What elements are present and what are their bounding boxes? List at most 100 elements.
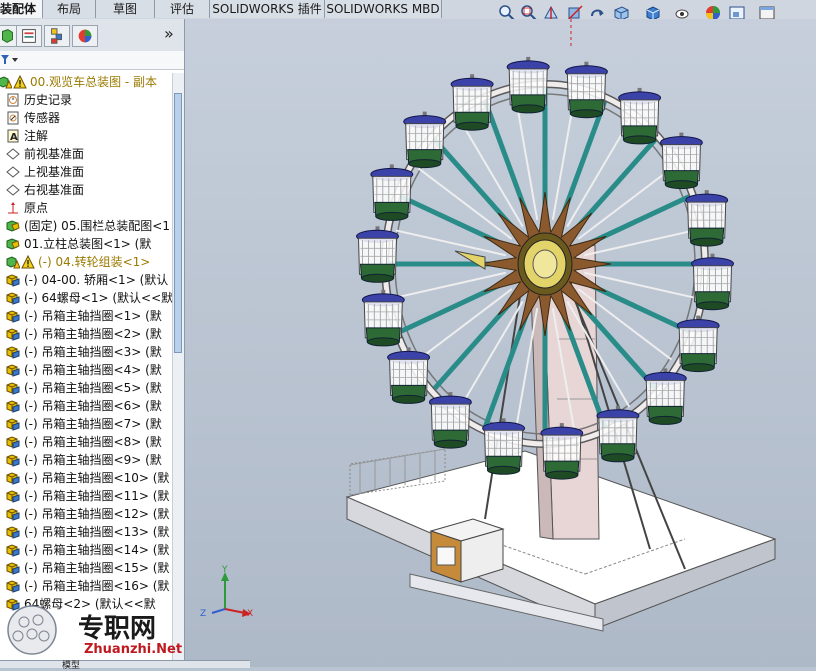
gondola-cabin <box>643 368 687 425</box>
graphics-area[interactable]: Y X Z <box>185 19 816 667</box>
subassembly-icon <box>6 220 20 232</box>
tree-node-label: 传感器 <box>24 111 61 125</box>
watermark-text: 专职网 <box>78 614 157 644</box>
part-icon <box>6 274 20 287</box>
tree-node-label: (-) 吊箱主轴挡圈<8> (默 <box>24 435 162 449</box>
watermark-url: Zhuanzhi.Net <box>84 642 183 657</box>
tree-node-label: (-) 吊箱主轴挡圈<7> (默 <box>24 417 162 431</box>
feature-tree-filter[interactable] <box>0 51 184 70</box>
tree-node-label: (-) 吊箱主轴挡圈<16> (默 <box>24 579 170 593</box>
tab-evaluate[interactable]: 评估 <box>155 0 210 18</box>
part-icon <box>6 292 20 305</box>
part-icon <box>6 472 20 485</box>
tree-node[interactable]: 原点 <box>0 199 172 217</box>
tree-node-label: (-) 吊箱主轴挡圈<11> (默 <box>24 489 170 503</box>
part-icon <box>6 436 20 449</box>
gondola-cabin <box>691 253 734 311</box>
tree-node[interactable]: (-) 吊箱主轴挡圈<16> (默 <box>0 577 172 595</box>
tree-node-label: (-) 吊箱主轴挡圈<10> (默 <box>24 471 170 485</box>
tree-node-label: (-) 吊箱主轴挡圈<4> (默 <box>24 363 162 377</box>
expand-panel-button[interactable]: » <box>164 24 174 43</box>
tree-node[interactable]: (-) 吊箱主轴挡圈<14> (默 <box>0 541 172 559</box>
tree-node[interactable]: 00.观览车总装图 - 副本 <box>0 73 172 91</box>
tree-node[interactable]: (-) 吊箱主轴挡圈<1> (默 <box>0 307 172 325</box>
tree-node[interactable]: 传感器 <box>0 109 172 127</box>
part-icon <box>6 382 20 395</box>
tree-node[interactable]: (-) 吊箱主轴挡圈<8> (默 <box>0 433 172 451</box>
plane-icon <box>6 184 20 196</box>
tab-solidworks-mbd[interactable]: SOLIDWORKS MBD <box>325 0 442 18</box>
part-icon <box>6 508 20 521</box>
tree-node[interactable]: (-) 吊箱主轴挡圈<10> (默 <box>0 469 172 487</box>
gondola-cabin <box>450 74 494 131</box>
tree-node-label: 原点 <box>24 201 49 215</box>
tree-node-label: (-) 吊箱主轴挡圈<12> (默 <box>24 507 170 521</box>
tree-node-label: (-) 64螺母<1> (默认<<默 <box>24 291 172 305</box>
tab-model[interactable]: 模型 <box>62 658 80 671</box>
display-manager-icon[interactable] <box>72 25 98 47</box>
property-manager-icon[interactable] <box>16 25 42 47</box>
gondola-cabin <box>676 315 720 373</box>
gondola-cabin <box>685 190 729 247</box>
tree-node-label: (-) 吊箱主轴挡圈<14> (默 <box>24 543 170 557</box>
tree-node-label: 历史记录 <box>24 93 73 107</box>
tree-node[interactable]: 历史记录 <box>0 91 172 109</box>
tree-node[interactable]: (-) 64螺母<1> (默认<<默 <box>0 289 172 307</box>
tree-node-label: (-) 吊箱主轴挡圈<13> (默 <box>24 525 170 539</box>
tree-node[interactable]: (-) 吊箱主轴挡圈<6> (默 <box>0 397 172 415</box>
tree-node[interactable]: (-) 吊箱主轴挡圈<4> (默 <box>0 361 172 379</box>
part-icon <box>6 580 20 593</box>
part-icon <box>6 364 20 377</box>
part-icon <box>6 490 20 503</box>
tree-node-label: 前视基准面 <box>24 147 85 161</box>
ticket-booth <box>429 518 505 583</box>
tree-node[interactable]: (固定) 05.围栏总装配图<1 <box>0 217 172 235</box>
scrollbar-thumb[interactable] <box>174 93 182 353</box>
tree-node[interactable]: A 注解 <box>0 127 172 145</box>
gondola-cabin <box>428 392 472 449</box>
tree-node[interactable]: (-) 吊箱主轴挡圈<5> (默 <box>0 379 172 397</box>
gondola-cabin <box>361 289 405 347</box>
svg-text:A: A <box>10 132 18 143</box>
tab-sketch[interactable]: 草图 <box>96 0 155 18</box>
tree-node-label: (-) 吊箱主轴挡圈<2> (默 <box>24 327 162 341</box>
tree-node[interactable]: (-) 吊箱主轴挡圈<3> (默 <box>0 343 172 361</box>
tree-node[interactable]: 上视基准面 <box>0 163 172 181</box>
watermark-globe-icon <box>7 605 57 655</box>
part-icon <box>6 310 20 323</box>
triad-y-label: Y <box>221 565 228 575</box>
tree-node-label: (-) 吊箱主轴挡圈<1> (默 <box>24 309 162 323</box>
tree-node[interactable]: (-) 吊箱主轴挡圈<9> (默 <box>0 451 172 469</box>
tree-node[interactable]: (-) 04.转轮组装<1> <box>0 253 172 271</box>
gondola-cabin <box>370 164 414 221</box>
part-icon <box>6 418 20 431</box>
tree-node[interactable]: (-) 吊箱主轴挡圈<13> (默 <box>0 523 172 541</box>
tree-node[interactable]: (-) 吊箱主轴挡圈<12> (默 <box>0 505 172 523</box>
gondola-cabin <box>482 418 526 475</box>
tree-node-label: (-) 吊箱主轴挡圈<15> (默 <box>24 561 170 575</box>
filter-icon[interactable] <box>1 54 19 66</box>
tree-node[interactable]: (-) 吊箱主轴挡圈<7> (默 <box>0 415 172 433</box>
part-icon <box>6 544 20 557</box>
tree-node[interactable]: (-) 04-00. 轿厢<1> (默认 <box>0 271 172 289</box>
tree-node[interactable]: 右视基准面 <box>0 181 172 199</box>
tree-node-label: (-) 吊箱主轴挡圈<3> (默 <box>24 345 162 359</box>
tab-solidworks-addins[interactable]: SOLIDWORKS 插件 <box>210 0 325 18</box>
tab-assembly[interactable]: 装配体 <box>0 0 43 18</box>
part-icon <box>6 562 20 575</box>
tree-node[interactable]: 01.立柱总装图<1> (默 <box>0 235 172 253</box>
tree-node-label: (-) 04.转轮组装<1> <box>38 255 151 269</box>
tree-node[interactable]: (-) 吊箱主轴挡圈<2> (默 <box>0 325 172 343</box>
subassembly-warning-icon <box>6 256 20 269</box>
feature-manager-panel: » 00.观览车总装图 - 副本历史记录传感器 A 注解前视基准面上视基准面 右视基准… <box>0 19 185 667</box>
tree-node[interactable]: (-) 吊箱主轴挡圈<11> (默 <box>0 487 172 505</box>
warning-icon <box>21 255 35 269</box>
gondola-cabin <box>387 347 431 404</box>
assembly-warning-icon <box>0 76 12 89</box>
tab-layout[interactable]: 布局 <box>43 0 96 18</box>
sensor-icon <box>7 111 19 125</box>
tree-node[interactable]: 前视基准面 <box>0 145 172 163</box>
feature-tree-scrollbar[interactable] <box>172 73 184 667</box>
tree-node[interactable]: (-) 吊箱主轴挡圈<15> (默 <box>0 559 172 577</box>
configuration-manager-icon[interactable] <box>44 25 70 47</box>
